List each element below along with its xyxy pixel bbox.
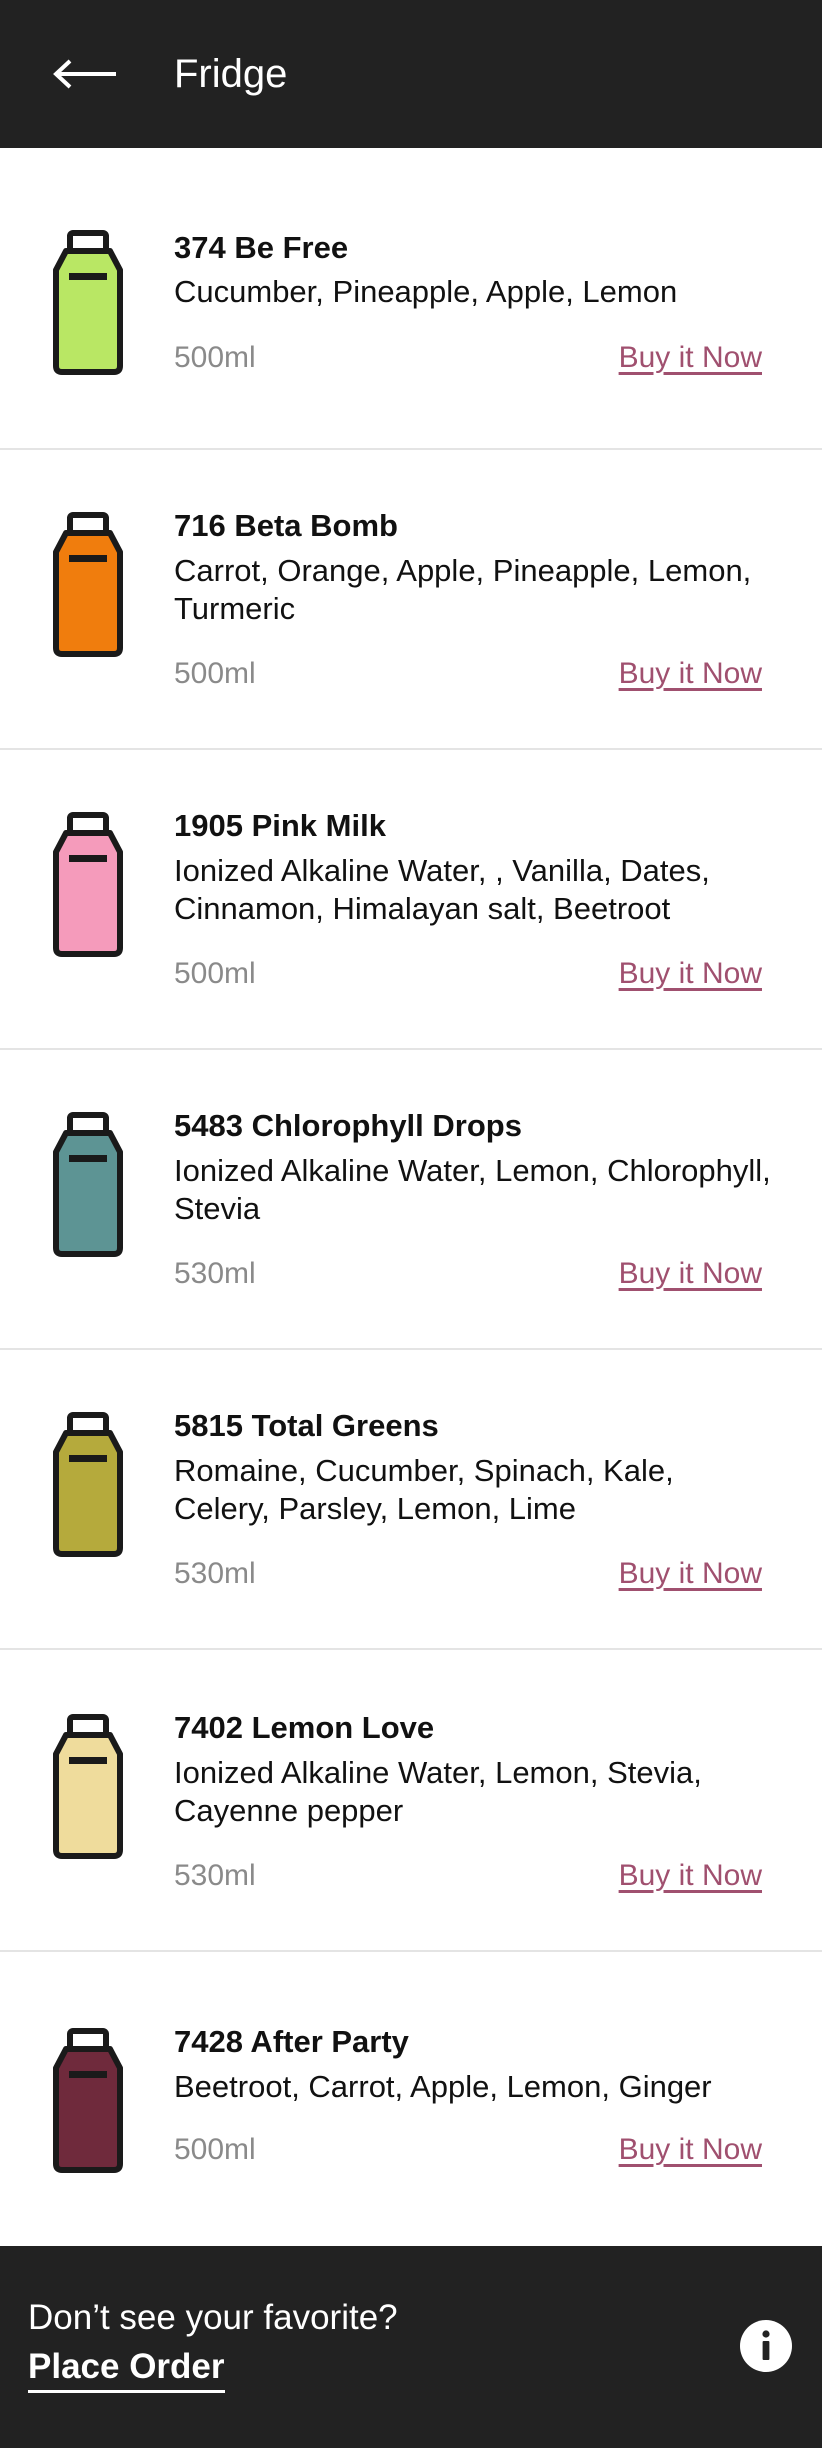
- product-name: 374 Be Free: [174, 230, 349, 265]
- buy-now-link[interactable]: Buy it Now: [619, 954, 762, 994]
- back-button[interactable]: [52, 44, 124, 104]
- product-volume: 530ml: [174, 1557, 256, 1590]
- product-ingredients: Ionized Alkaline Water, , Vanilla, Dates…: [174, 853, 710, 926]
- product-volume: 530ml: [174, 1859, 256, 1892]
- product-name: 7402 Lemon Love: [174, 1710, 435, 1745]
- product-item: 5483 Chlorophyll Drops Ionized Alkaline …: [0, 1050, 822, 1350]
- bottle-icon: [52, 228, 124, 376]
- bottle-icon: [52, 1712, 124, 1860]
- order-footer: Don’t see your favorite? Place Order: [0, 2246, 822, 2448]
- page-title: Fridge: [174, 52, 288, 96]
- product-name: 1905 Pink Milk: [174, 808, 386, 843]
- bottle-icon: [52, 2026, 124, 2174]
- buy-now-link[interactable]: Buy it Now: [619, 654, 762, 694]
- product-volume: 500ml: [174, 957, 256, 990]
- footer-prompt: Don’t see your favorite?: [28, 2298, 398, 2337]
- product-ingredients: Carrot, Orange, Apple, Pineapple, Lemon,…: [174, 553, 752, 626]
- product-list: 374 Be Free Cucumber, Pineapple, Apple, …: [0, 148, 822, 2246]
- product-name: 5815 Total Greens: [174, 1408, 439, 1443]
- place-order-link[interactable]: Place Order: [28, 2344, 225, 2393]
- bottle-icon: [52, 510, 124, 658]
- product-ingredients: Ionized Alkaline Water, Lemon, Stevia, C…: [174, 1755, 702, 1828]
- product-name: 716 Beta Bomb: [174, 508, 398, 543]
- buy-now-link[interactable]: Buy it Now: [619, 1254, 762, 1294]
- product-ingredients: Beetroot, Carrot, Apple, Lemon, Ginger: [174, 2069, 712, 2104]
- buy-now-link[interactable]: Buy it Now: [619, 1554, 762, 1594]
- product-item: 1905 Pink Milk Ionized Alkaline Water, ,…: [0, 750, 822, 1050]
- buy-now-link[interactable]: Buy it Now: [619, 1856, 762, 1896]
- product-name: 7428 After Party: [174, 2024, 409, 2059]
- product-item: 7428 After Party Beetroot, Carrot, Apple…: [0, 1952, 822, 2246]
- product-volume: 500ml: [174, 341, 256, 374]
- product-ingredients: Romaine, Cucumber, Spinach, Kale, Celery…: [174, 1453, 674, 1526]
- product-ingredients: Cucumber, Pineapple, Apple, Lemon: [174, 274, 678, 309]
- product-item: 7402 Lemon Love Ionized Alkaline Water, …: [0, 1650, 822, 1952]
- bottle-icon: [52, 1410, 124, 1558]
- info-icon: [740, 2320, 792, 2372]
- bottle-icon: [52, 810, 124, 958]
- app-bar: Fridge: [0, 0, 822, 148]
- product-item: 716 Beta Bomb Carrot, Orange, Apple, Pin…: [0, 450, 822, 750]
- product-ingredients: Ionized Alkaline Water, Lemon, Chlorophy…: [174, 1153, 771, 1226]
- buy-now-link[interactable]: Buy it Now: [619, 338, 762, 378]
- arrow-left-icon: [53, 59, 116, 89]
- product-item: 5815 Total Greens Romaine, Cucumber, Spi…: [0, 1350, 822, 1650]
- product-volume: 500ml: [174, 2133, 256, 2166]
- buy-now-link[interactable]: Buy it Now: [619, 2130, 762, 2170]
- product-volume: 530ml: [174, 1257, 256, 1290]
- product-item: 374 Be Free Cucumber, Pineapple, Apple, …: [0, 148, 822, 450]
- product-volume: 500ml: [174, 657, 256, 690]
- info-button[interactable]: [740, 2320, 792, 2372]
- bottle-icon: [52, 1110, 124, 1258]
- product-name: 5483 Chlorophyll Drops: [174, 1108, 522, 1143]
